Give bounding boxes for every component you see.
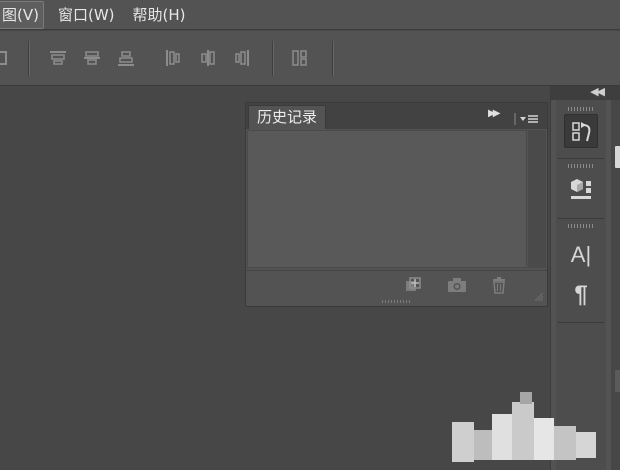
toolbar-divider	[272, 41, 274, 76]
resize-grip-icon[interactable]	[533, 286, 544, 302]
panel-menu-icon[interactable]	[514, 110, 540, 125]
menu-view[interactable]: 图(V)	[0, 0, 44, 29]
history-icon[interactable]	[564, 114, 598, 148]
panel-resize-handle[interactable]	[382, 300, 412, 303]
history-panel: 历史记录 ▶▶	[245, 102, 548, 307]
dock-group-grip[interactable]	[568, 224, 594, 228]
paragraph-icon[interactable]: ¶	[564, 278, 598, 312]
align-left-edges-icon[interactable]	[163, 48, 183, 68]
expand-panel-icon[interactable]: ▶▶	[488, 108, 501, 119]
align-vertical-centers-icon[interactable]	[82, 48, 102, 68]
dock-divider	[558, 322, 604, 323]
align-horizontal-centers-icon[interactable]	[198, 48, 218, 68]
align-top-edges-icon[interactable]	[48, 48, 68, 68]
history-list[interactable]	[247, 130, 527, 268]
dock-group-grip[interactable]	[568, 164, 594, 168]
camera-icon[interactable]	[446, 276, 468, 294]
paragraph-glyph: ¶	[574, 281, 588, 308]
dock-divider	[558, 158, 604, 159]
options-bar	[0, 31, 620, 86]
character-icon[interactable]: A|	[564, 238, 598, 272]
dock-strip-tab[interactable]	[615, 370, 620, 392]
dock-group-grip[interactable]	[568, 107, 594, 111]
trash-icon[interactable]	[488, 276, 510, 294]
panel-header: 历史记录 ▶▶	[246, 103, 547, 129]
toolbar-divider	[332, 41, 334, 76]
new-document-from-state-icon[interactable]	[402, 276, 424, 294]
menu-help[interactable]: 帮助(H)	[129, 2, 190, 28]
3d-cube-icon[interactable]	[564, 172, 598, 206]
align-right-edges-icon[interactable]	[232, 48, 252, 68]
align-bottom-edges-icon[interactable]	[116, 48, 136, 68]
panel-footer	[246, 270, 547, 302]
dock-divider	[558, 218, 604, 219]
collapse-dock-icon[interactable]: ◀◀	[590, 85, 605, 98]
tab-history[interactable]: 历史记录	[248, 105, 327, 129]
color-swatch-edge[interactable]	[615, 146, 620, 168]
character-glyph: A|	[570, 242, 592, 267]
toolbar-divider	[28, 41, 30, 76]
history-scrollbar[interactable]	[528, 130, 546, 268]
pixelated-watermark	[450, 392, 600, 464]
align-edges-icon[interactable]	[0, 48, 14, 68]
menu-window[interactable]: 窗口(W)	[54, 2, 119, 28]
dock-header: ◀◀	[551, 85, 620, 100]
distribute-icon[interactable]	[290, 48, 310, 68]
menu-bar: 图(V) 窗口(W) 帮助(H)	[0, 0, 620, 30]
